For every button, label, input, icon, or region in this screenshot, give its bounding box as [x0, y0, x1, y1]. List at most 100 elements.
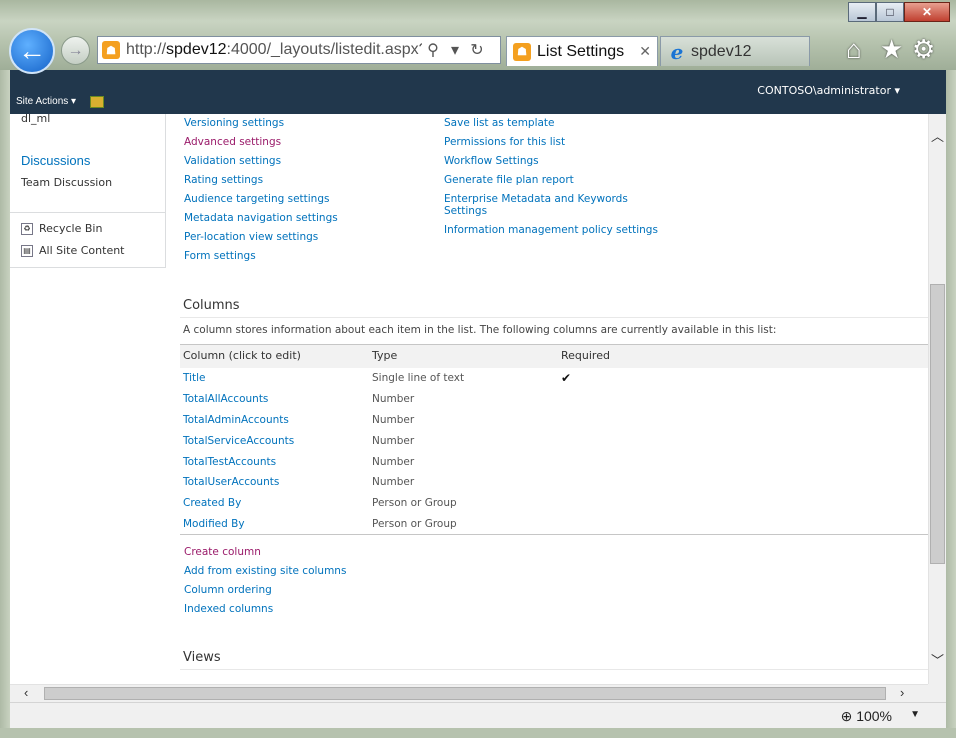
close-window-button[interactable]: ✕	[904, 2, 950, 22]
window-frame-left	[0, 70, 10, 738]
column-type: Number	[372, 456, 415, 468]
url-path: :4000/_layouts/listedit.aspx?L	[226, 41, 422, 58]
column-header-required: Required	[561, 349, 610, 362]
metadata-navigation-settings-link[interactable]: Metadata navigation settings	[184, 212, 338, 224]
enterprise-metadata-link[interactable]: Enterprise Metadata and Keywords	[444, 193, 628, 205]
vertical-scroll-thumb[interactable]	[930, 284, 945, 564]
column-type: Person or Group	[372, 518, 457, 530]
favorites-star-icon[interactable]: ★	[880, 34, 903, 65]
column-link-totaltestaccounts[interactable]: TotalTestAccounts	[183, 456, 276, 468]
scroll-up-icon[interactable]: ︿	[931, 126, 944, 145]
advanced-settings-link[interactable]: Advanced settings	[184, 136, 281, 148]
minimize-button[interactable]: ▁	[848, 2, 876, 22]
horizontal-scrollbar[interactable]: ‹ ›	[10, 684, 928, 702]
quick-launch-item[interactable]: dl_ml	[21, 114, 50, 125]
scroll-down-icon[interactable]: ﹀	[931, 650, 944, 669]
tab-list-settings[interactable]: ☗ List Settings ✕	[506, 36, 658, 66]
columns-table-header: Column (click to edit) Type Required	[180, 344, 928, 368]
horizontal-scroll-thumb[interactable]	[44, 687, 886, 700]
permissions-link[interactable]: Permissions for this list	[444, 136, 565, 148]
versioning-settings-link[interactable]: Versioning settings	[184, 117, 284, 129]
site-actions-menu[interactable]: Site Actions ▾	[16, 96, 76, 107]
column-type: Number	[372, 414, 415, 426]
per-location-view-settings-link[interactable]: Per-location view settings	[184, 231, 318, 243]
zoom-value: 100%	[856, 708, 892, 724]
tab-spdev12[interactable]: e spdev12	[660, 36, 810, 66]
column-link-created-by[interactable]: Created By	[183, 497, 241, 509]
recycle-bin-icon: ♻	[21, 223, 33, 235]
column-link-totaladminaccounts[interactable]: TotalAdminAccounts	[183, 414, 289, 426]
chevron-down-icon[interactable]: ▾	[444, 40, 466, 60]
window-controls: ▁ □ ✕	[848, 2, 950, 22]
column-link-totaluseraccounts[interactable]: TotalUserAccounts	[183, 476, 279, 488]
zoom-icon: ⊕	[840, 708, 853, 724]
save-as-template-link[interactable]: Save list as template	[444, 117, 555, 129]
sharepoint-ribbon: Site Actions ▾ CONTOSO\administrator ▾	[10, 70, 946, 114]
create-column-link[interactable]: Create column	[184, 546, 261, 558]
url-text[interactable]: http://spdev12:4000/_layouts/listedit.as…	[126, 41, 422, 59]
address-bar[interactable]: ☗ http://spdev12:4000/_layouts/listedit.…	[97, 36, 501, 64]
information-management-policy-link[interactable]: Information management policy settings	[444, 224, 658, 236]
audience-targeting-settings-link[interactable]: Audience targeting settings	[184, 193, 329, 205]
close-tab-icon[interactable]: ✕	[639, 43, 651, 60]
columns-description: A column stores information about each i…	[183, 324, 777, 336]
back-arrow-icon: ←	[18, 35, 46, 66]
maximize-button[interactable]: □	[876, 2, 904, 22]
search-icon[interactable]: ⚲	[422, 40, 444, 60]
recycle-bin-link[interactable]: ♻ Recycle Bin	[21, 222, 102, 235]
forward-button[interactable]: →	[61, 36, 90, 65]
user-name: CONTOSO\administrator	[757, 84, 891, 97]
quick-launch-item-team-discussion[interactable]: Team Discussion	[21, 176, 112, 189]
sharepoint-favicon-icon: ☗	[102, 41, 120, 59]
column-header-type: Type	[372, 349, 398, 362]
vertical-scrollbar[interactable]: ︿ ﹀	[928, 114, 946, 684]
rating-settings-link[interactable]: Rating settings	[184, 174, 263, 186]
navigate-up-icon[interactable]	[90, 96, 104, 108]
validation-settings-link[interactable]: Validation settings	[184, 155, 281, 167]
zoom-dropdown-icon[interactable]: ▼	[910, 709, 920, 720]
quick-launch-heading-discussions[interactable]: Discussions	[21, 153, 90, 168]
column-link-totalallaccounts[interactable]: TotalAllAccounts	[183, 393, 268, 405]
refresh-icon[interactable]: ↻	[466, 40, 488, 60]
column-type: Number	[372, 476, 415, 488]
column-link-modified-by[interactable]: Modified By	[183, 518, 245, 530]
tab-label: List Settings	[537, 42, 625, 60]
columns-section-title: Columns	[183, 298, 240, 313]
window-frame-bottom	[0, 728, 956, 738]
gear-icon[interactable]: ⚙	[912, 34, 935, 65]
user-menu[interactable]: CONTOSO\administrator ▾	[757, 84, 900, 97]
status-bar: ⊕ 100% ▼	[10, 702, 946, 728]
divider	[10, 212, 166, 213]
all-site-content-link[interactable]: ▤ All Site Content	[21, 244, 125, 257]
quick-launch: dl_ml Discussions Team Discussion ♻ Recyc…	[10, 114, 166, 268]
column-link-totalserviceaccounts[interactable]: TotalServiceAccounts	[183, 435, 294, 447]
add-existing-site-columns-link[interactable]: Add from existing site columns	[184, 565, 346, 577]
url-host: spdev12	[166, 41, 227, 58]
tab-label: spdev12	[691, 42, 752, 60]
column-type: Number	[372, 435, 415, 447]
form-settings-link[interactable]: Form settings	[184, 250, 256, 262]
sharepoint-favicon-icon: ☗	[513, 42, 531, 61]
views-section-title: Views	[183, 650, 221, 665]
indexed-columns-link[interactable]: Indexed columns	[184, 603, 273, 615]
forward-arrow-icon: →	[67, 41, 84, 59]
generate-file-plan-report-link[interactable]: Generate file plan report	[444, 174, 574, 186]
ie-logo-icon: e	[670, 39, 684, 64]
zoom-level[interactable]: ⊕ 100%	[841, 708, 892, 725]
enterprise-metadata-link-cont[interactable]: Settings	[444, 205, 487, 217]
column-header-name: Column (click to edit)	[183, 349, 301, 362]
divider	[180, 669, 928, 670]
back-button[interactable]: ←	[9, 28, 55, 74]
column-type: Single line of text	[372, 372, 465, 384]
scroll-left-icon[interactable]: ‹	[24, 685, 28, 700]
recycle-bin-label: Recycle Bin	[39, 222, 103, 235]
column-ordering-link[interactable]: Column ordering	[184, 584, 272, 596]
scroll-right-icon[interactable]: ›	[900, 685, 904, 700]
home-icon[interactable]: ⌂	[846, 34, 862, 65]
required-check-icon: ✔	[561, 371, 572, 385]
column-link-title[interactable]: Title	[183, 372, 206, 384]
scrollbar-corner	[928, 684, 946, 702]
column-type: Number	[372, 393, 415, 405]
workflow-settings-link[interactable]: Workflow Settings	[444, 155, 539, 167]
page-content: dl_ml Discussions Team Discussion ♻ Recyc…	[10, 114, 928, 684]
